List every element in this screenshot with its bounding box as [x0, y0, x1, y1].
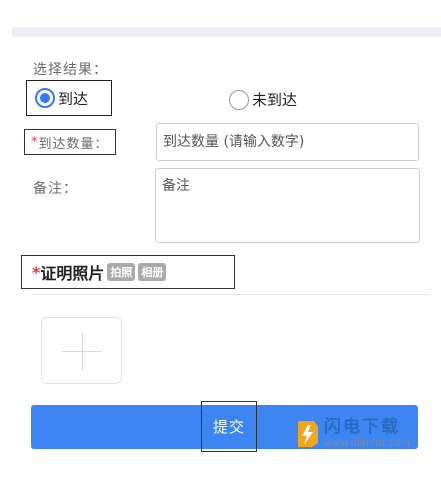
lightning-logo-icon	[298, 421, 318, 447]
radio-selected-icon[interactable]	[35, 88, 55, 108]
take-photo-tag[interactable]: 拍照	[107, 263, 136, 281]
quantity-label: * 到达数量：	[24, 129, 116, 155]
photo-label-text: 证明照片	[40, 264, 105, 283]
note-input[interactable]	[155, 168, 420, 243]
add-photo-button[interactable]	[41, 317, 122, 384]
option-arrived[interactable]: 到达	[26, 80, 112, 116]
watermark-title: 闪电下载	[324, 417, 400, 437]
required-mark: *	[32, 262, 41, 282]
required-mark: *	[31, 134, 39, 150]
submit-button[interactable]: 提交	[201, 401, 257, 452]
radio-unselected-icon[interactable]	[229, 89, 249, 110]
result-label: 选择结果：	[33, 62, 108, 78]
option-not-arrived-label: 未到达	[252, 91, 298, 109]
quantity-input[interactable]	[156, 123, 419, 161]
quantity-label-text: 到达数量：	[38, 136, 109, 152]
option-not-arrived[interactable]: 未到达	[229, 89, 297, 110]
watermark: 闪电下载 www.dianlut.com	[294, 419, 410, 449]
note-label: 备注：	[33, 181, 78, 197]
photo-label: * 证明照片 拍照 相册	[21, 255, 235, 289]
option-arrived-label: 到达	[58, 89, 89, 108]
watermark-url: www.dianlut.com	[324, 438, 410, 449]
top-bar	[12, 27, 441, 37]
divider	[30, 294, 429, 295]
album-tag[interactable]: 相册	[138, 263, 167, 281]
